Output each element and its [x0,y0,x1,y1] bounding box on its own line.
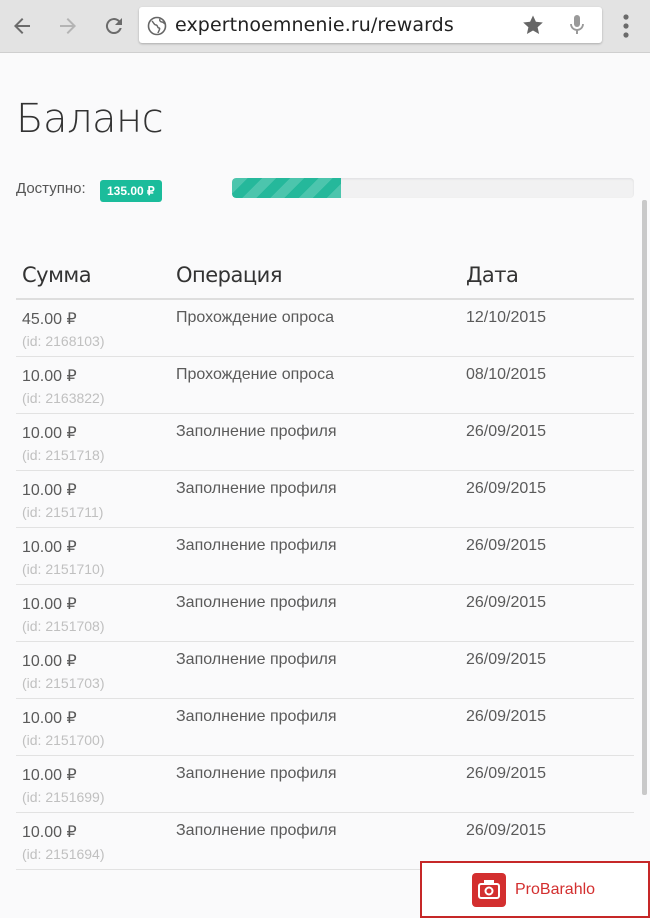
table-row: 10.00 ₽ (id: 2151700) Заполнение профиля 26… [16,698,634,756]
transaction-id: (id: 2151700) [22,731,105,748]
amount-cell: 10.00 ₽ (id: 2151699) [16,755,170,813]
operation-cell: Прохождение опроса [170,356,460,414]
date-cell: 26/09/2015 [460,755,634,813]
date-cell: 12/10/2015 [460,299,634,357]
operation-cell: Прохождение опроса [170,299,460,357]
transaction-id: (id: 2151718) [22,446,105,463]
date-cell: 26/09/2015 [460,698,634,756]
operation-cell: Заполнение профиля [170,641,460,699]
amount-value: 10.00 ₽ [22,367,77,385]
operation-cell: Заполнение профиля [170,413,460,471]
header-amount[interactable]: Сумма [16,252,170,300]
table-row: 10.00 ₽ (id: 2151711) Заполнение профиля 26… [16,470,634,528]
amount-value: 10.00 ₽ [22,766,77,784]
header-date[interactable]: Дата [460,252,634,300]
available-label: Доступно: [16,180,86,197]
amount-cell: 10.00 ₽ (id: 2151700) [16,698,170,756]
table-row: 10.00 ₽ (id: 2151718) Заполнение профиля 26… [16,413,634,471]
balance-progress-bar [232,178,634,198]
table-row: 10.00 ₽ (id: 2151703) Заполнение профиля 26… [16,641,634,699]
operation-cell: Заполнение профиля [170,812,460,870]
operation-cell: Заполнение профиля [170,698,460,756]
mic-icon[interactable] [567,13,587,42]
header-operation[interactable]: Операция [170,252,460,300]
globe-icon [147,16,167,41]
amount-value: 45.00 ₽ [22,311,77,328]
transaction-id: (id: 2151699) [22,788,105,805]
amount-cell: 10.00 ₽ (id: 2151708) [16,584,170,642]
operation-cell: Заполнение профиля [170,527,460,585]
address-bar[interactable]: expertnoemnenie.ru/rewards [139,7,602,43]
table-row: 10.00 ₽ (id: 2163822) Прохождение опроса 08… [16,356,634,414]
balance-badge: 135.00 ₽ [100,180,162,202]
progress-fill [232,178,341,198]
operation-cell: Заполнение профиля [170,584,460,642]
operation-cell: Заполнение профиля [170,755,460,813]
probarahlo-logo-icon [472,873,506,907]
browser-toolbar: expertnoemnenie.ru/rewards [0,0,650,53]
transaction-id: (id: 2163822) [22,389,105,406]
date-cell: 26/09/2015 [460,470,634,528]
table-row: 10.00 ₽ (id: 2151708) Заполнение профиля 26… [16,584,634,642]
operation-cell: Заполнение профиля [170,470,460,528]
amount-value: 10.00 ₽ [22,709,77,727]
date-cell: 26/09/2015 [460,413,634,471]
page-title: Баланс [16,96,164,142]
transactions-table: Сумма Операция Дата 45.00 ₽ (id: 2168103)… [16,252,634,870]
transaction-id: (id: 2151694) [22,845,105,862]
amount-cell: 10.00 ₽ (id: 2163822) [16,356,170,414]
date-cell: 26/09/2015 [460,527,634,585]
scrollbar[interactable] [642,200,647,795]
table-row: 10.00 ₽ (id: 2151710) Заполнение профиля 26… [16,527,634,585]
url-text[interactable]: expertnoemnenie.ru/rewards [175,14,454,36]
transaction-id: (id: 2151711) [22,503,104,520]
amount-value: 10.00 ₽ [22,481,77,499]
amount-cell: 10.00 ₽ (id: 2151710) [16,527,170,585]
amount-value: 10.00 ₽ [22,652,77,670]
forward-icon[interactable] [54,12,82,40]
amount-value: 10.00 ₽ [22,595,77,613]
table-row: 10.00 ₽ (id: 2151699) Заполнение профиля 26… [16,755,634,813]
transaction-id: (id: 2151708) [22,617,105,634]
transaction-id: (id: 2151703) [22,674,105,691]
amount-cell: 10.00 ₽ (id: 2151694) [16,812,170,870]
transaction-id: (id: 2151710) [22,560,105,577]
table-header-row: Сумма Операция Дата [16,252,634,300]
amount-cell: 45.00 ₽ (id: 2168103) [16,299,170,357]
amount-cell: 10.00 ₽ (id: 2151703) [16,641,170,699]
amount-cell: 10.00 ₽ (id: 2151711) [16,470,170,528]
back-icon[interactable] [8,12,36,40]
amount-value: 10.00 ₽ [22,424,77,442]
amount-value: 10.00 ₽ [22,823,77,841]
transaction-id: (id: 2168103) [22,333,105,349]
amount-cell: 10.00 ₽ (id: 2151718) [16,413,170,471]
probarahlo-watermark: ProBarahlo [420,861,650,918]
watermark-text: ProBarahlo [515,881,596,898]
date-cell: 08/10/2015 [460,356,634,414]
star-icon[interactable] [521,13,545,42]
table-row: 45.00 ₽ (id: 2168103) Прохождение опроса 12… [16,299,634,357]
date-cell: 26/09/2015 [460,584,634,642]
menu-icon[interactable] [616,12,636,45]
amount-value: 10.00 ₽ [22,538,77,556]
date-cell: 26/09/2015 [460,641,634,699]
reload-icon[interactable] [100,12,128,40]
